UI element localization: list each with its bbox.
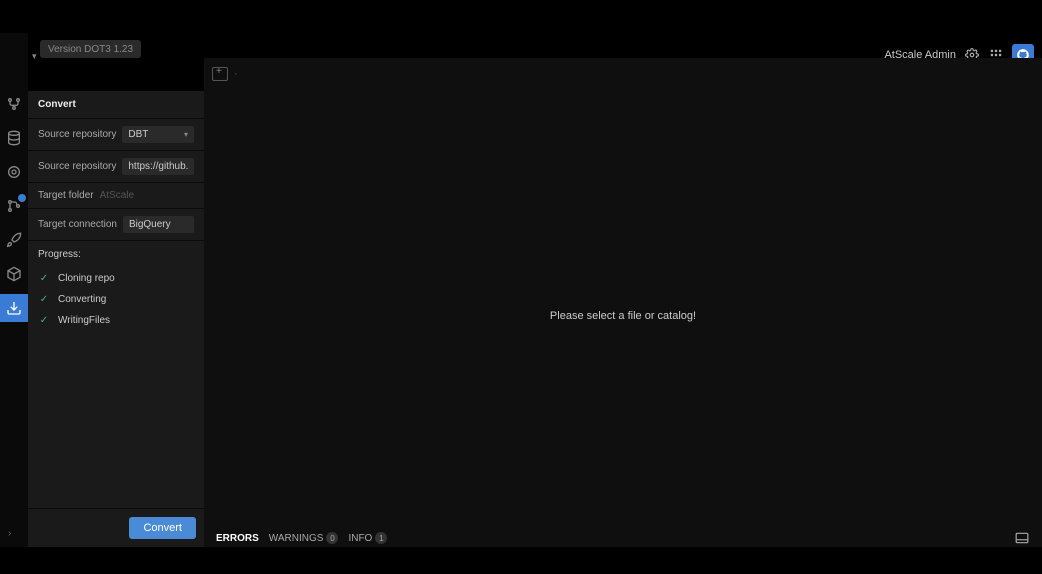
- progress-label: WritingFiles: [58, 315, 110, 326]
- warnings-label: WARNINGS: [269, 533, 324, 544]
- source-repo-url-label: Source repository: [38, 161, 116, 172]
- window-chrome-bottom: [0, 547, 1042, 574]
- status-bar: ERRORS WARNINGS 0 INFO 1: [204, 529, 1042, 547]
- info-tab[interactable]: INFO 1: [348, 532, 387, 544]
- chevron-down-icon: ▾: [184, 130, 188, 139]
- main-container: › Convert Source repository DBT ▾ Source…: [0, 33, 1042, 547]
- check-icon: ✓: [38, 315, 50, 326]
- convert-button[interactable]: Convert: [129, 517, 196, 539]
- errors-tab[interactable]: ERRORS: [216, 533, 259, 544]
- check-icon: ✓: [38, 294, 50, 305]
- nav-git-icon[interactable]: [5, 197, 23, 215]
- convert-panel: Convert Source repository DBT ▾ Source r…: [28, 91, 204, 547]
- source-repo-label: Source repository: [38, 129, 116, 140]
- progress-title: Progress:: [38, 249, 194, 260]
- target-conn-input[interactable]: [123, 216, 194, 233]
- source-repo-value: DBT: [128, 129, 148, 140]
- progress-item: ✓ Converting: [38, 289, 194, 310]
- warnings-count: 0: [326, 532, 338, 544]
- tab-dot: ·: [234, 68, 238, 80]
- progress-item: ✓ Cloning repo: [38, 268, 194, 289]
- nav-database-icon[interactable]: [5, 129, 23, 147]
- content-area: · Please select a file or catalog!: [204, 58, 1042, 547]
- progress-item: ✓ WritingFiles: [38, 310, 194, 331]
- sidebar: ›: [0, 33, 28, 547]
- nav-import-icon[interactable]: [0, 294, 28, 322]
- empty-state: Please select a file or catalog!: [204, 84, 1042, 547]
- target-conn-row: Target connection: [28, 209, 204, 241]
- progress-section: Progress: ✓ Cloning repo ✓ Converting ✓ …: [28, 241, 204, 508]
- source-repo-select[interactable]: DBT ▾: [122, 126, 194, 143]
- source-repo-url-input[interactable]: [122, 158, 194, 175]
- target-folder-placeholder[interactable]: AtScale: [100, 190, 134, 201]
- target-conn-label: Target connection: [38, 219, 117, 230]
- nav-rocket-icon[interactable]: [5, 231, 23, 249]
- tab-row: ·: [204, 64, 1042, 84]
- nav-cube-icon[interactable]: [5, 265, 23, 283]
- info-label: INFO: [348, 533, 372, 544]
- window-chrome-top: [0, 0, 1042, 33]
- panel-footer: Convert: [28, 508, 204, 547]
- progress-label: Converting: [58, 294, 106, 305]
- target-folder-row: Target folder AtScale: [28, 183, 204, 209]
- check-icon: ✓: [38, 273, 50, 284]
- nav-branch-icon[interactable]: [5, 95, 23, 113]
- nav-git-badge: [18, 194, 26, 202]
- target-folder-label: Target folder: [38, 190, 94, 201]
- warnings-tab[interactable]: WARNINGS 0: [269, 532, 339, 544]
- sidebar-expand-icon[interactable]: ›: [8, 528, 11, 539]
- panel-title: Convert: [28, 91, 204, 119]
- new-tab-button[interactable]: [212, 67, 228, 81]
- progress-label: Cloning repo: [58, 273, 115, 284]
- source-repo-url-row: Source repository: [28, 151, 204, 183]
- nav-target-icon[interactable]: [5, 163, 23, 181]
- panel-toggle-icon[interactable]: [1014, 530, 1030, 546]
- source-repo-row: Source repository DBT ▾: [28, 119, 204, 151]
- info-count: 1: [375, 532, 387, 544]
